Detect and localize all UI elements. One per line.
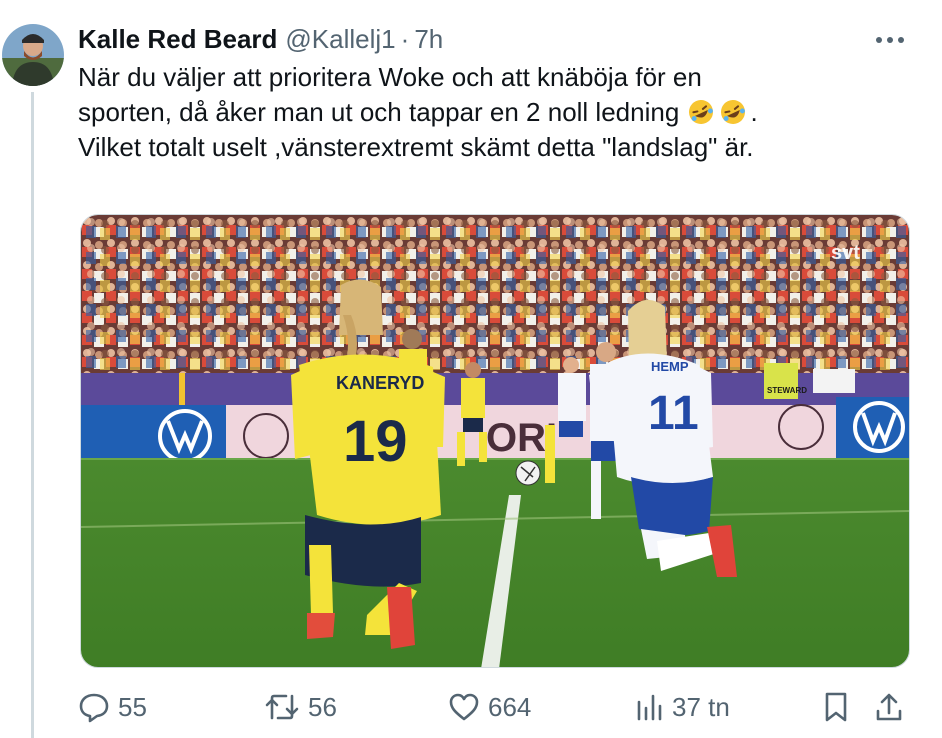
views-icon bbox=[637, 694, 662, 721]
author-handle[interactable]: @Kallelj1 bbox=[285, 24, 395, 55]
rolling-on-floor-laughing-emoji bbox=[688, 100, 713, 124]
tweet-text-line: sporten, då åker man ut och tappar en 2 … bbox=[78, 95, 928, 130]
tweet-media-image[interactable]: svt STEWARD ORI KANERYD 19 HEMP 11 bbox=[80, 214, 910, 668]
views-count: 37 tn bbox=[672, 691, 730, 722]
reply-count: 55 bbox=[118, 691, 147, 722]
avatar[interactable] bbox=[2, 24, 64, 86]
reply-icon bbox=[79, 693, 109, 723]
like-icon bbox=[449, 693, 479, 721]
tweet-text: När du väljer att prioritera Woke och at… bbox=[78, 60, 928, 165]
bookmark-button[interactable] bbox=[822, 685, 850, 729]
jersey-number-left: 19 bbox=[343, 409, 408, 474]
reply-button[interactable]: 55 bbox=[78, 685, 147, 729]
steward-vest-text: STEWARD bbox=[767, 386, 807, 395]
author-name[interactable]: Kalle Red Beard bbox=[78, 24, 277, 55]
tweet-header: Kalle Red Beard @Kallelj1 · 7h bbox=[78, 22, 443, 56]
share-icon bbox=[876, 693, 902, 721]
repost-button[interactable]: 56 bbox=[264, 685, 337, 729]
rolling-on-floor-laughing-emoji bbox=[720, 100, 745, 124]
tweet-text-line-content: sporten, då åker man ut och tappar en 2 … bbox=[78, 97, 680, 127]
separator-dot: · bbox=[400, 23, 410, 54]
action-bar: 55 56 664 37 tn bbox=[78, 685, 910, 729]
share-button[interactable] bbox=[874, 685, 904, 729]
tweet-text-punctuation: . bbox=[750, 97, 758, 127]
jersey-number-right: 11 bbox=[648, 387, 699, 440]
views-button[interactable]: 37 tn bbox=[634, 685, 730, 729]
timestamp[interactable]: 7h bbox=[414, 24, 443, 55]
repost-icon bbox=[265, 694, 299, 720]
bookmark-icon bbox=[825, 692, 847, 722]
like-count: 664 bbox=[488, 691, 532, 722]
jersey-name-left: KANERYD bbox=[336, 373, 424, 393]
repost-count: 56 bbox=[308, 691, 337, 722]
more-icon[interactable] bbox=[872, 26, 908, 54]
broadcaster-logo: svt bbox=[831, 242, 860, 264]
like-button[interactable]: 664 bbox=[448, 685, 531, 729]
tweet-text-line: Vilket totalt uselt ,vänsterextremt skäm… bbox=[78, 132, 754, 162]
tweet-text-line: När du väljer att prioritera Woke och at… bbox=[78, 62, 702, 92]
jersey-name-right: HEMP bbox=[651, 359, 689, 374]
thread-line bbox=[31, 92, 34, 738]
